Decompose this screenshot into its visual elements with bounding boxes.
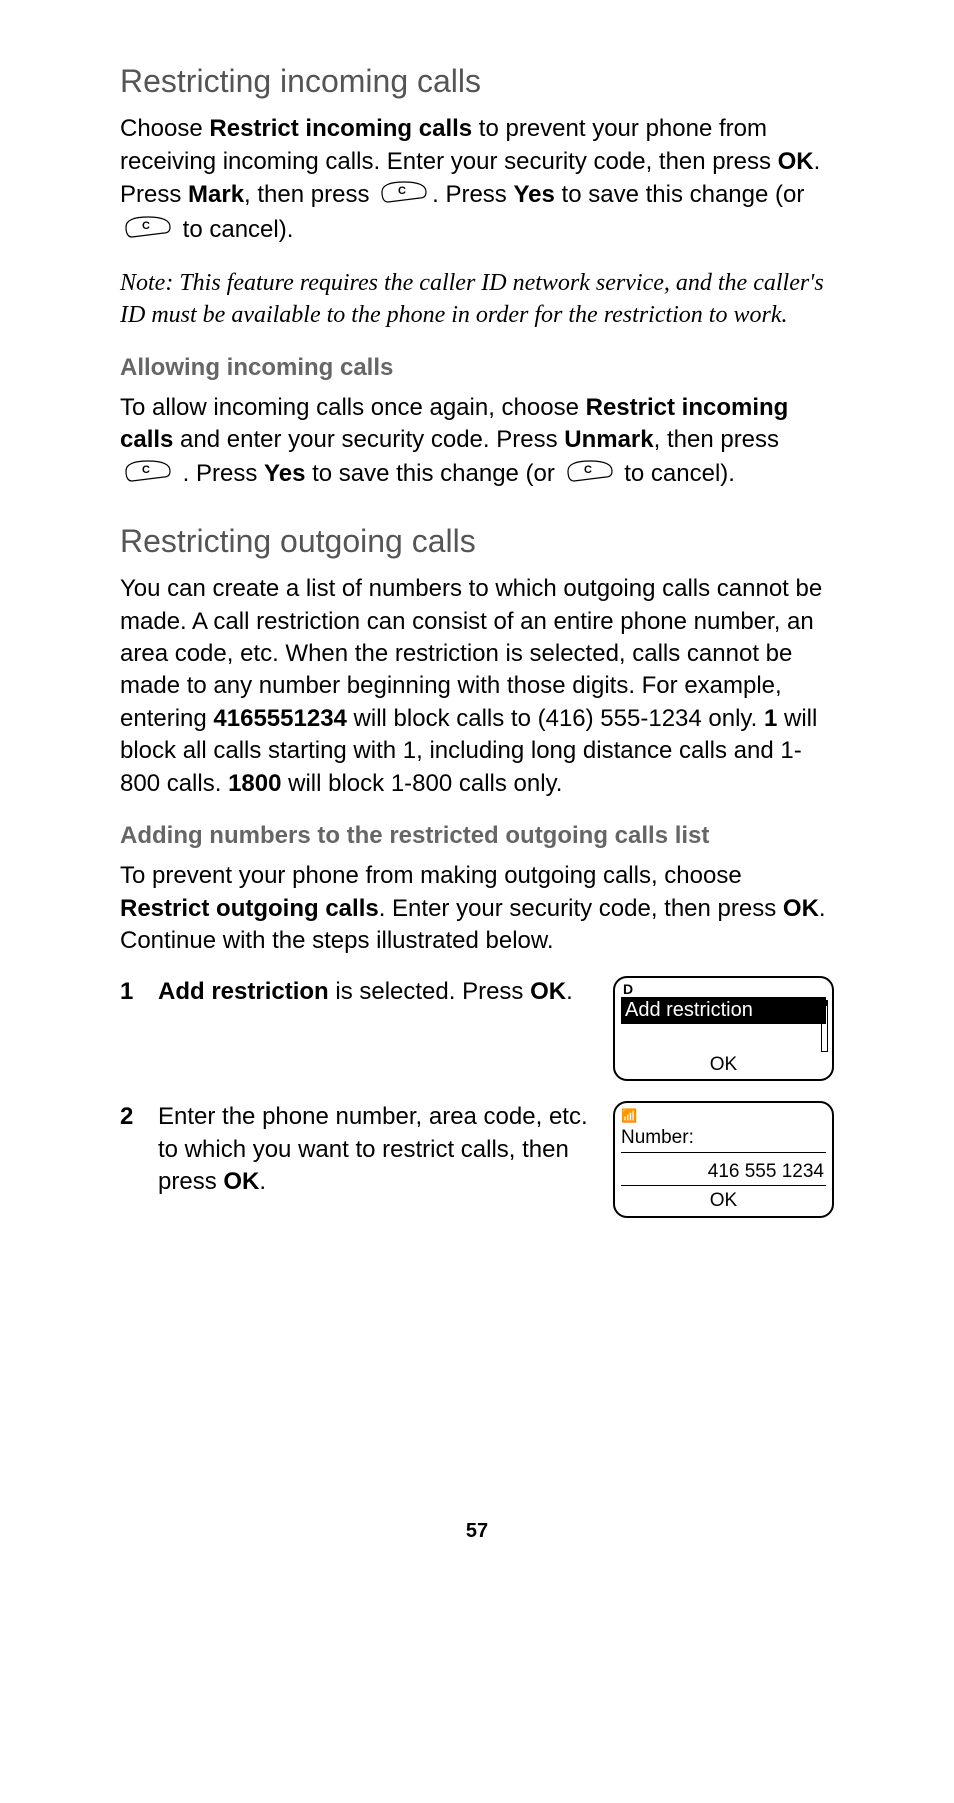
phone-screen-2: 📶 Number: 416 555 1234 OK	[613, 1101, 834, 1217]
text: to save this change (or	[555, 181, 804, 208]
text: . Press	[176, 460, 264, 487]
screen-selected-item: Add restriction	[621, 997, 826, 1024]
text: is selected. Press	[329, 978, 530, 1005]
text: To prevent your phone from making outgoi…	[120, 862, 742, 889]
screen-blank-area	[621, 1024, 826, 1050]
text: to cancel).	[176, 216, 293, 243]
screen-number-value: 416 555 1234	[621, 1155, 826, 1186]
text-bold: Add restriction	[158, 978, 329, 1005]
paragraph-allowing: To allow incoming calls once again, choo…	[120, 392, 834, 492]
antenna-icon: 📶	[621, 1107, 826, 1125]
text-bold: Unmark	[564, 426, 653, 453]
text-bold: OK	[783, 895, 819, 922]
text: to cancel).	[618, 460, 735, 487]
paragraph-incoming: Choose Restrict incoming calls to preven…	[120, 113, 834, 249]
text: will block 1-800 calls only.	[281, 770, 562, 797]
text-bold: 1800	[228, 770, 281, 797]
screen-softkey-label: OK	[621, 1052, 826, 1078]
c-key-icon	[124, 213, 172, 248]
step-number: 2	[120, 1101, 146, 1133]
text: . Press	[432, 181, 513, 208]
text-bold: Restrict incoming calls	[209, 115, 472, 142]
text: .	[259, 1168, 266, 1195]
heading-adding-numbers: Adding numbers to the restricted outgoin…	[120, 820, 834, 852]
text-bold: Mark	[188, 181, 244, 208]
step-number: 1	[120, 976, 146, 1008]
paragraph-outgoing: You can create a list of numbers to whic…	[120, 573, 834, 800]
c-key-icon	[566, 457, 614, 492]
c-key-icon	[124, 457, 172, 492]
heading-restricting-outgoing: Restricting outgoing calls	[120, 520, 834, 563]
text: To allow incoming calls once again, choo…	[120, 394, 586, 421]
paragraph-adding: To prevent your phone from making outgoi…	[120, 860, 834, 957]
note-text: Note: This feature requires the caller I…	[120, 267, 834, 332]
text: , then press	[654, 426, 779, 453]
heading-restricting-incoming: Restricting incoming calls	[120, 60, 834, 103]
text-bold: OK	[530, 978, 566, 1005]
step-1-row: 1 Add restriction is selected. Press OK.…	[120, 976, 834, 1082]
text-bold: 1	[764, 705, 777, 732]
step-text: Add restriction is selected. Press OK.	[158, 976, 601, 1008]
text: , then press	[244, 181, 376, 208]
heading-allowing-incoming: Allowing incoming calls	[120, 352, 834, 384]
text: and enter your security code. Press	[173, 426, 564, 453]
scrollbar-thumb	[822, 1001, 827, 1006]
phone-screen-1: D Add restriction OK	[613, 976, 834, 1082]
text: .	[566, 978, 573, 1005]
text-bold: Yes	[264, 460, 305, 487]
c-key-icon	[380, 178, 428, 213]
text-bold: OK	[223, 1168, 259, 1195]
text-bold: OK	[778, 148, 814, 175]
text-bold: Restrict outgoing calls	[120, 895, 379, 922]
screen-scrollbar	[821, 1000, 828, 1052]
text: Choose	[120, 115, 209, 142]
text: to save this change (or	[305, 460, 561, 487]
text-bold: 4165551234	[213, 705, 346, 732]
text-bold: Yes	[513, 181, 554, 208]
screen-softkey-label: OK	[621, 1188, 826, 1214]
text: will block calls to (416) 555-1234 only.	[347, 705, 764, 732]
step-text: Enter the phone number, area code, etc. …	[158, 1101, 601, 1198]
step-2-row: 2 Enter the phone number, area code, etc…	[120, 1101, 834, 1217]
text: . Enter your security code, then press	[379, 895, 783, 922]
screen-field-label: Number:	[621, 1125, 826, 1154]
page-number: 57	[120, 1518, 834, 1545]
screen-status-icon: D	[621, 982, 826, 996]
